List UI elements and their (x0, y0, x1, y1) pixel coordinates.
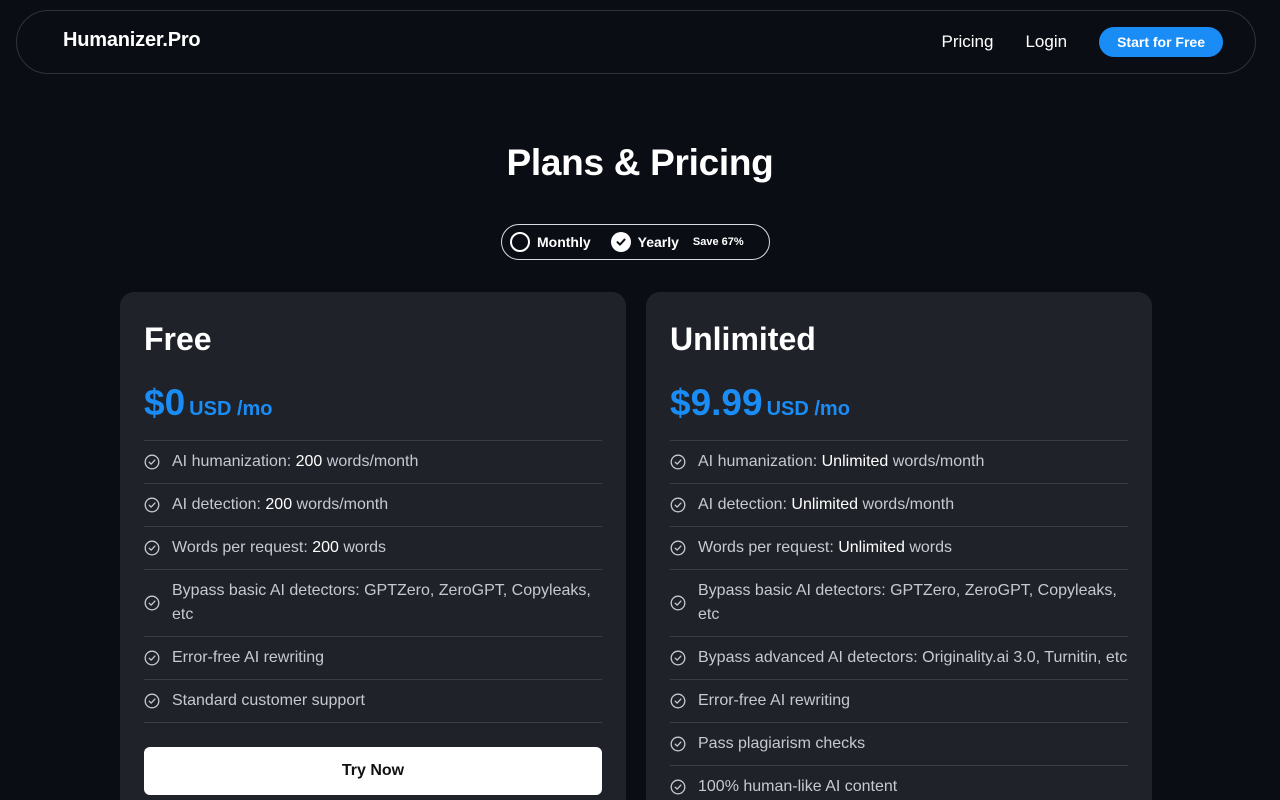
check-circle-icon (144, 595, 160, 611)
check-circle-icon (670, 779, 686, 795)
feature-text-post: words/month (888, 453, 985, 470)
feature-text-pre: Bypass basic AI detectors: GPTZero, Zero… (172, 582, 591, 623)
check-circle-icon (670, 693, 686, 709)
feature-text-post: words/month (292, 496, 389, 513)
check-circle-icon (670, 595, 686, 611)
feature-text-pre: Words per request: (172, 539, 313, 556)
feature-text-pre: Bypass basic AI detectors: GPTZero, Zero… (698, 582, 1117, 623)
feature-text: Error-free AI rewriting (172, 646, 324, 670)
check-circle-icon (144, 540, 160, 556)
plan-card-free: Free $0 USD /mo AI humanization: 200 wor… (120, 292, 626, 800)
feature-item: Bypass advanced AI detectors: Originalit… (670, 637, 1128, 680)
feature-item: Standard customer support (144, 680, 602, 723)
feature-text: AI humanization: 200 words/month (172, 450, 418, 474)
monthly-label: Monthly (537, 234, 591, 250)
feature-list: AI humanization: Unlimited words/month AI… (670, 440, 1128, 800)
feature-text-pre: Standard customer support (172, 692, 365, 709)
feature-item: Error-free AI rewriting (144, 637, 602, 680)
price-row: $0 USD /mo (144, 382, 602, 426)
plan-card-unlimited: Unlimited $9.99 USD /mo AI humanization:… (646, 292, 1152, 800)
feature-text: 100% human-like AI content (698, 775, 897, 799)
feature-text: AI humanization: Unlimited words/month (698, 450, 984, 474)
price-unit: USD /mo (189, 398, 273, 420)
feature-item: 100% human-like AI content (670, 766, 1128, 800)
feature-highlight: Unlimited (791, 496, 859, 513)
feature-item: AI humanization: Unlimited words/month (670, 441, 1128, 484)
page-title: Plans & Pricing (506, 142, 774, 183)
check-circle-icon (144, 497, 160, 513)
check-circle-icon (670, 736, 686, 752)
feature-list: AI humanization: 200 words/month AI detec… (144, 440, 602, 723)
feature-text-pre: Bypass advanced AI detectors: Originalit… (698, 649, 1128, 666)
price-value: $9.99 (670, 382, 763, 423)
feature-highlight: 200 (265, 496, 293, 513)
feature-item: Words per request: 200 words (144, 527, 602, 570)
yearly-option[interactable]: Yearly (610, 232, 679, 252)
feature-item: AI detection: 200 words/month (144, 484, 602, 527)
plan-name: Free (144, 321, 212, 357)
feature-highlight: Unlimited (838, 539, 905, 556)
nav-links: Pricing Login Start for Free (942, 27, 1223, 57)
feature-text: Bypass basic AI detectors: GPTZero, Zero… (172, 579, 602, 627)
check-circle-icon (144, 454, 160, 470)
radio-empty-icon (510, 232, 530, 252)
feature-text-post: words/month (322, 453, 419, 470)
nav-link-pricing[interactable]: Pricing (942, 32, 994, 52)
check-circle-icon (670, 454, 686, 470)
feature-item: AI humanization: 200 words/month (144, 441, 602, 484)
price-unit: USD /mo (766, 398, 850, 420)
feature-text-pre: AI detection: (172, 496, 266, 513)
top-navbar: Humanizer.Pro Pricing Login Start for Fr… (16, 10, 1256, 74)
check-circle-icon (144, 693, 160, 709)
check-circle-icon (144, 650, 160, 666)
feature-item: Bypass basic AI detectors: GPTZero, Zero… (670, 570, 1128, 637)
feature-item: AI detection: Unlimited words/month (670, 484, 1128, 527)
feature-item: Error-free AI rewriting (670, 680, 1128, 723)
feature-text-post: words (904, 539, 953, 556)
feature-text: AI detection: Unlimited words/month (698, 493, 954, 517)
billing-period-toggle: Monthly Yearly Save 67% (501, 224, 770, 260)
feature-text: AI detection: 200 words/month (172, 493, 388, 517)
price-row: $9.99 USD /mo (670, 382, 1128, 426)
feature-text-pre: Words per request: (698, 539, 839, 556)
nav-link-login[interactable]: Login (1025, 32, 1067, 52)
plan-name: Unlimited (670, 321, 816, 357)
monthly-option[interactable]: Monthly (510, 232, 591, 252)
feature-text-pre: AI humanization: (698, 453, 822, 470)
feature-text: Pass plagiarism checks (698, 732, 865, 756)
feature-item: Pass plagiarism checks (670, 723, 1128, 766)
feature-text-pre: Pass plagiarism checks (698, 735, 866, 752)
feature-text-post: words/month (858, 496, 955, 513)
feature-highlight: 200 (312, 539, 339, 556)
yearly-label: Yearly (637, 234, 679, 250)
feature-text: Bypass advanced AI detectors: Originalit… (698, 646, 1127, 670)
feature-text-pre: Error-free AI rewriting (698, 692, 851, 709)
start-for-free-button[interactable]: Start for Free (1099, 27, 1223, 57)
feature-text-post: words (338, 539, 387, 556)
feature-item: Words per request: Unlimited words (670, 527, 1128, 570)
logo[interactable]: Humanizer.Pro (63, 29, 201, 52)
feature-text: Words per request: 200 words (172, 536, 386, 560)
feature-item: Bypass basic AI detectors: GPTZero, Zero… (144, 570, 602, 637)
feature-text-pre: AI humanization: (172, 453, 296, 470)
check-circle-icon (670, 497, 686, 513)
feature-text: Error-free AI rewriting (698, 689, 850, 713)
feature-text: Standard customer support (172, 689, 365, 713)
feature-text-pre: AI detection: (698, 496, 792, 513)
feature-text: Words per request: Unlimited words (698, 536, 952, 560)
feature-highlight: Unlimited (821, 453, 889, 470)
feature-text-pre: Error-free AI rewriting (172, 649, 325, 666)
feature-text: Bypass basic AI detectors: GPTZero, Zero… (698, 579, 1128, 627)
feature-highlight: 200 (295, 453, 323, 470)
try-now-button[interactable]: Try Now (144, 747, 602, 795)
price-value: $0 (144, 382, 186, 423)
check-circle-icon (670, 650, 686, 666)
check-circle-filled-icon (610, 232, 631, 252)
save-badge: Save 67% (692, 236, 744, 248)
feature-text-pre: 100% human-like AI content (698, 778, 898, 795)
check-circle-icon (670, 540, 686, 556)
